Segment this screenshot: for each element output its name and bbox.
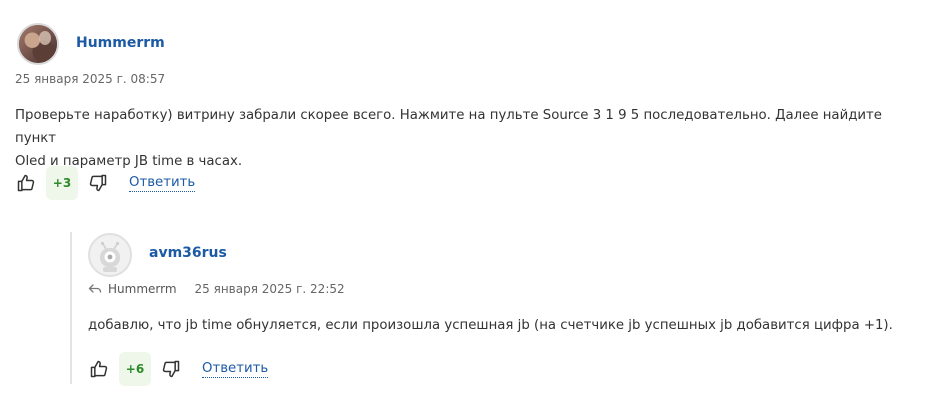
comment-actions: +3 Ответить xyxy=(15,166,196,200)
comment: Hummerrm 25 января 2025 г. 08:57 Проверь… xyxy=(0,0,929,220)
thumbs-down-icon[interactable] xyxy=(87,172,109,194)
reply-button[interactable]: Ответить xyxy=(202,361,269,378)
comment-text: Проверьте наработку) витрину забрали ско… xyxy=(15,104,915,173)
comment-author[interactable]: avm36rus xyxy=(149,245,227,261)
robot-avatar-icon[interactable] xyxy=(88,233,132,277)
thumbs-up-icon[interactable] xyxy=(15,172,37,194)
reply-button[interactable]: Ответить xyxy=(129,175,196,192)
reply-arrow-icon xyxy=(88,283,102,295)
score-badge: +6 xyxy=(119,352,151,386)
comment-text-line: Проверьте наработку) витрину забрали ско… xyxy=(15,108,882,146)
thumbs-down-icon[interactable] xyxy=(160,358,182,380)
reply-to-author[interactable]: Hummerrm xyxy=(108,282,177,296)
reply-to: Hummerrm 25 января 2025 г. 22:52 xyxy=(88,282,345,296)
comment-text: добавлю, что jb time обнуляется, если пр… xyxy=(88,318,893,333)
comment-timestamp: 25 января 2025 г. 08:57 xyxy=(15,72,166,86)
comment-timestamp: 25 января 2025 г. 22:52 xyxy=(194,282,345,296)
comment-reply: avm36rus Hummerrm 25 января 2025 г. 22:5… xyxy=(0,220,929,411)
comment-actions: +6 Ответить xyxy=(88,352,269,386)
comment-author[interactable]: Hummerrm xyxy=(76,35,165,51)
score-badge: +3 xyxy=(46,166,78,200)
avatar[interactable] xyxy=(17,23,59,65)
thumbs-up-icon[interactable] xyxy=(88,358,110,380)
